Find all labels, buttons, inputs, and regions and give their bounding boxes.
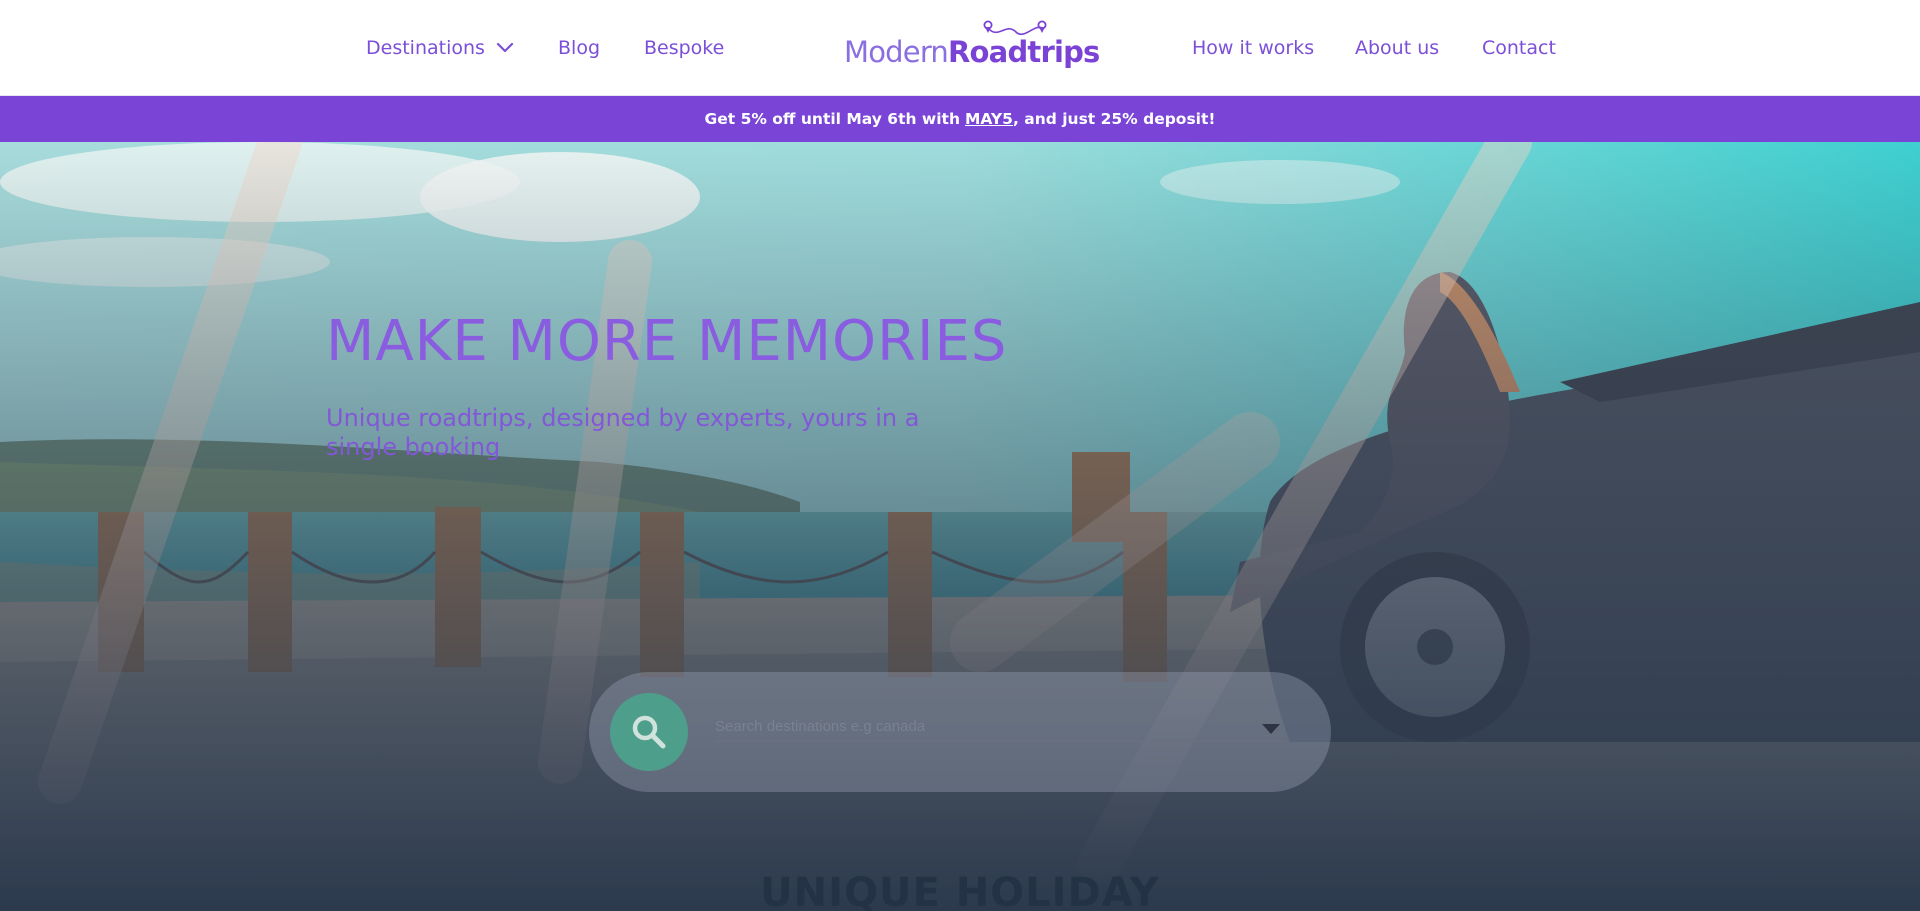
logo[interactable]: ModernRoadtrips — [844, 20, 1100, 70]
hero: MAKE MORE MEMORIES Unique roadtrips, des… — [0, 142, 1920, 911]
logo-wordmark: ModernRoadtrips — [844, 34, 1100, 70]
nav-contact[interactable]: Contact — [1482, 36, 1556, 60]
logo-word-roadtrips: Roadtrips — [948, 35, 1100, 69]
chevron-down-icon[interactable] — [496, 40, 514, 54]
hero-background-image — [0, 142, 1920, 911]
hero-subtitle: Unique roadtrips, designed by experts, y… — [326, 404, 920, 461]
section-heading: UNIQUE HOLIDAY — [760, 870, 1160, 911]
caret-down-icon[interactable] — [1261, 723, 1281, 735]
promo-code[interactable]: MAY5 — [965, 110, 1013, 128]
nav-how-it-works[interactable]: How it works — [1192, 36, 1314, 60]
logo-word-modern: Modern — [844, 35, 949, 69]
nav-destinations[interactable]: Destinations — [366, 36, 485, 60]
search-icon — [632, 715, 666, 749]
search-box — [589, 672, 1331, 792]
nav-bespoke[interactable]: Bespoke — [644, 36, 724, 60]
promo-banner: Get 5% off until May 6th with MAY5, and … — [0, 96, 1920, 142]
search-input[interactable] — [715, 712, 1283, 742]
nav-about-us[interactable]: About us — [1355, 36, 1439, 60]
promo-text-before: Get 5% off until May 6th with — [704, 110, 960, 128]
nav-blog[interactable]: Blog — [558, 36, 600, 60]
search-button[interactable] — [610, 693, 688, 771]
promo-text-after: , and just 25% deposit! — [1012, 110, 1216, 128]
site-header: Destinations Blog Bespoke ModernRoadtrip… — [0, 0, 1920, 96]
hero-title: MAKE MORE MEMORIES — [326, 309, 1008, 374]
